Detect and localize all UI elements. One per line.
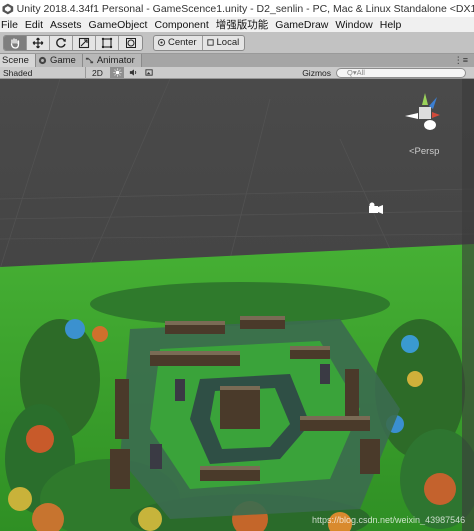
scene-toolbar: Shaded 2D Gizmos Q▾All [0,66,474,79]
pivot-space-toggle[interactable]: Local [203,36,245,50]
transform-icon [125,37,136,48]
menu-help[interactable]: Help [380,19,402,31]
unity-logo-icon [2,3,14,14]
tab-controls: ⋮≡ [450,54,474,67]
tab-game[interactable]: Game [35,54,83,67]
menu-gameobject[interactable]: GameObject [89,19,148,31]
menu-component[interactable]: Component [154,19,208,31]
shading-mode-label: Shaded [3,67,33,78]
scale-icon [78,37,90,48]
menu-bar: File Edit Assets GameObject Component 增强… [0,17,474,32]
image-effects-icon [144,69,153,76]
transform-tools [3,34,143,51]
move-icon [32,37,44,48]
view-tabs: Scene Game Animator ⋮≡ [0,54,474,67]
animator-icon [85,57,93,64]
move-tool-button[interactable] [27,35,50,50]
game-controller-icon [38,56,47,65]
scene-viewport[interactable]: <Persp https://blog.csdn.net/weixin_4398… [0,79,474,531]
title-bar: Unity 2018.4.34f1 Personal - GameScence1… [0,0,474,17]
pivot-center-label: Center [168,37,197,48]
menu-edit[interactable]: Edit [25,19,43,31]
rotate-icon [56,37,66,48]
projection-mode-label[interactable]: <Persp [409,146,439,157]
lighting-toggle[interactable] [110,67,124,78]
window-title: Unity 2018.4.34f1 Personal - GameScence1… [16,2,474,15]
main-toolbar: Center Local [0,32,474,54]
viewport-right-strip [462,79,474,531]
transform-tool-button[interactable] [119,36,142,50]
rect-icon [101,37,113,48]
scene-search-input[interactable]: Q▾All [336,67,466,78]
pivot-space-label: Local [216,37,240,48]
tab-menu-icon[interactable]: ⋮≡ [454,55,468,66]
pivot-toggles: Center Local [153,34,246,51]
hand-tool-button[interactable] [4,35,27,50]
pivot-center-toggle[interactable]: Center [154,35,203,50]
menu-assets[interactable]: Assets [50,19,82,31]
menu-file[interactable]: File [1,19,18,31]
tab-scene-label: Scene [2,55,29,66]
audio-toggle[interactable] [126,67,140,78]
menu-enhanced-features[interactable]: 增强版功能 [216,17,269,32]
effects-dropdown[interactable] [142,67,156,78]
toggle-2d-button[interactable]: 2D [92,68,108,78]
sun-icon [112,68,122,77]
menu-gamedraw[interactable]: GameDraw [275,19,328,31]
tab-animator[interactable]: Animator [82,54,142,67]
tab-scene[interactable]: Scene [0,54,36,67]
center-icon [157,38,166,47]
menu-window[interactable]: Window [335,19,372,31]
tab-animator-label: Animator [96,55,135,66]
maze-structure [110,316,400,519]
rect-tool-button[interactable] [96,35,119,50]
rotate-tool-button[interactable] [50,35,73,50]
hand-icon [10,37,20,49]
speaker-icon [129,69,136,76]
gizmos-dropdown[interactable]: Gizmos [302,68,331,78]
local-space-icon [206,39,214,46]
scale-tool-button[interactable] [73,35,96,50]
shading-mode-dropdown[interactable]: Shaded [0,66,86,79]
tab-game-label: Game [49,55,76,66]
watermark-text: https://blog.csdn.net/weixin_43987546 [312,515,466,525]
scene-render[interactable] [0,79,474,531]
